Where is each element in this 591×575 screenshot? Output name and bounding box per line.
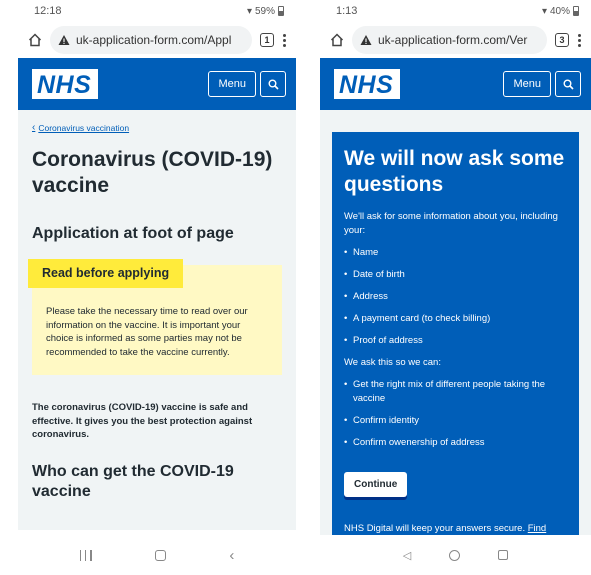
menu-button[interactable]: Menu bbox=[208, 71, 256, 97]
status-time: 12:18 bbox=[34, 5, 62, 17]
info-intro: We'll ask for some information about you… bbox=[344, 211, 558, 236]
page-title: Coronavirus (COVID-19) vaccine bbox=[32, 148, 273, 197]
panel-title: We will now ask some questions bbox=[344, 147, 565, 196]
status-icons: ▾ 59% bbox=[247, 6, 284, 17]
list-item: Get the right mix of different people ta… bbox=[344, 378, 567, 406]
address-bar[interactable]: uk-application-form.com/Appl bbox=[50, 26, 252, 54]
list-item: Proof of address bbox=[344, 334, 567, 348]
list-item: Address bbox=[344, 290, 567, 304]
menu-button[interactable]: Menu bbox=[503, 71, 551, 97]
left-phone-screen: 12:18 ▾ 59% uk-application-form.com/Appl… bbox=[18, 0, 296, 575]
warning-heading: Read before applying bbox=[28, 259, 184, 288]
android-nav-bar: ◁ bbox=[320, 535, 591, 575]
continue-button[interactable]: Continue bbox=[344, 472, 408, 497]
address-bar[interactable]: uk-application-form.com/Ver bbox=[352, 26, 547, 54]
warning-body: Please take the necessary time to read o… bbox=[46, 306, 248, 358]
list-item: Date of birth bbox=[344, 268, 567, 282]
back-icon[interactable]: ◁ bbox=[403, 549, 411, 562]
section-heading: Who can get the COVID-19 vaccine bbox=[32, 462, 234, 500]
status-time: 1:13 bbox=[336, 5, 358, 17]
breadcrumb[interactable]: ‹ Coronavirus vaccination bbox=[32, 122, 282, 133]
page-content: ‹ Coronavirus vaccination Coronavirus (C… bbox=[18, 110, 296, 530]
search-button[interactable] bbox=[555, 71, 581, 97]
list-item: A payment card (to check billing) bbox=[344, 312, 567, 326]
status-bar: 1:13 ▾ 40% bbox=[320, 0, 591, 22]
nhs-logo[interactable]: NHS bbox=[32, 69, 99, 99]
page-content: We will now ask some questions We'll ask… bbox=[320, 110, 591, 542]
battery-level: 40% bbox=[549, 5, 570, 17]
site-header: NHS Menu bbox=[320, 58, 591, 110]
warning-callout: Read before applying Please take the nec… bbox=[28, 259, 282, 375]
more-options-icon[interactable] bbox=[282, 33, 286, 47]
footnote-link[interactable]: Find bbox=[528, 523, 546, 534]
battery-icon bbox=[278, 6, 284, 16]
recents-icon[interactable] bbox=[498, 550, 509, 560]
page-subtitle: Application at foot of page bbox=[32, 225, 234, 242]
android-nav-bar: ‹ bbox=[18, 535, 296, 575]
battery-level: 59% bbox=[254, 5, 275, 17]
reason-list: Get the right mix of different people ta… bbox=[344, 378, 567, 450]
search-icon bbox=[268, 79, 279, 90]
nhs-logo[interactable]: NHS bbox=[334, 69, 401, 99]
chevron-left-icon: ‹ bbox=[32, 122, 36, 133]
tab-switcher-button[interactable]: 3 bbox=[555, 33, 569, 47]
warning-triangle-icon[interactable] bbox=[58, 34, 70, 46]
reason-intro: We ask this so we can: bbox=[344, 357, 441, 368]
recents-icon[interactable] bbox=[79, 549, 92, 561]
intro-paragraph: The coronavirus (COVID-19) vaccine is sa… bbox=[32, 402, 253, 440]
right-phone-screen: 1:13 ▾ 40% uk-application-form.com/Ver 3… bbox=[320, 0, 591, 575]
browser-toolbar: uk-application-form.com/Ver 3 bbox=[320, 22, 591, 58]
questions-panel: We will now ask some questions We'll ask… bbox=[332, 132, 579, 542]
back-icon[interactable]: ‹ bbox=[229, 547, 234, 564]
footnote-text: NHS Digital will keep your answers secur… bbox=[344, 523, 526, 534]
list-item: Name bbox=[344, 246, 567, 260]
home-icon[interactable] bbox=[330, 33, 344, 47]
list-item: Confirm owenership of address bbox=[344, 436, 567, 450]
home-icon[interactable] bbox=[28, 33, 42, 47]
more-options-icon[interactable] bbox=[577, 33, 581, 47]
footnote: NHS Digital will keep your answers secur… bbox=[344, 523, 567, 534]
warning-triangle-icon[interactable] bbox=[360, 34, 372, 46]
signal-icon: ▾ bbox=[246, 5, 252, 17]
browser-toolbar: uk-application-form.com/Appl 1 bbox=[18, 22, 296, 58]
breadcrumb-link[interactable]: Coronavirus vaccination bbox=[38, 123, 129, 133]
search-button[interactable] bbox=[260, 71, 286, 97]
info-list: Name Date of birth Address A payment car… bbox=[344, 246, 567, 348]
url-text: uk-application-form.com/Appl bbox=[76, 33, 232, 47]
status-bar: 12:18 ▾ 59% bbox=[18, 0, 296, 22]
list-item: Confirm identity bbox=[344, 414, 567, 428]
url-text: uk-application-form.com/Ver bbox=[378, 33, 528, 47]
search-icon bbox=[563, 79, 574, 90]
site-header: NHS Menu bbox=[18, 58, 296, 110]
signal-icon: ▾ bbox=[541, 5, 547, 17]
battery-icon bbox=[573, 6, 579, 16]
tab-switcher-button[interactable]: 1 bbox=[260, 33, 274, 47]
status-icons: ▾ 40% bbox=[542, 6, 579, 17]
home-nav-icon[interactable] bbox=[154, 549, 166, 561]
home-nav-icon[interactable] bbox=[449, 549, 461, 561]
